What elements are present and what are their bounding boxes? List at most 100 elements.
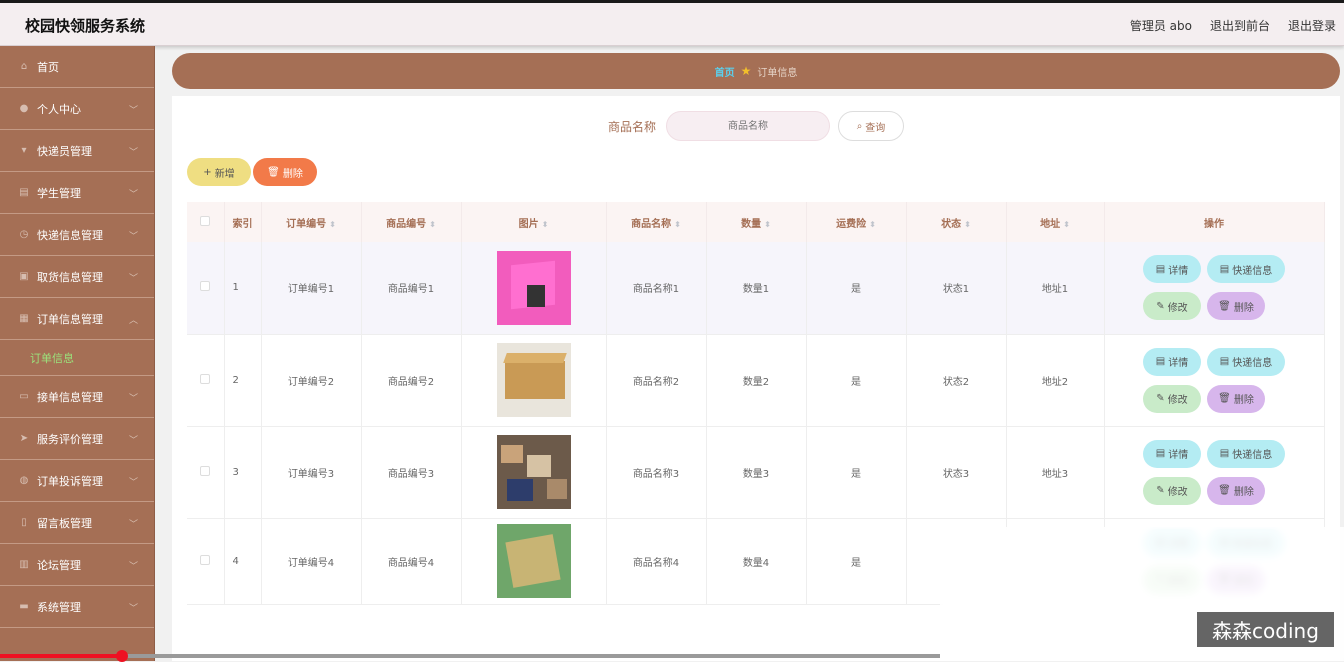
student-icon: ▤ (19, 187, 29, 198)
sidebar-item[interactable]: ▤ 学生管理 ﹀ (0, 172, 154, 214)
send-icon: ➤ (19, 433, 29, 444)
sort-icon[interactable]: ⬍ (964, 220, 971, 229)
select-all-checkbox[interactable] (200, 215, 211, 226)
column-header[interactable]: 运费险 ⬍ (806, 202, 907, 242)
detail-button[interactable]: ▤详情 (1143, 439, 1201, 468)
express-info-button[interactable]: ▤快递信息 (1207, 255, 1285, 284)
sidebar-item-label: 接单信息管理 (37, 390, 103, 404)
edit-button[interactable]: ✎修改 (1143, 476, 1201, 505)
sidebar-item-label: 快递信息管理 (37, 228, 103, 242)
sidebar-item-label: 快递员管理 (37, 144, 92, 158)
batch-delete-button[interactable]: 🗑 删除 (253, 158, 317, 186)
sidebar-item-label: 留言板管理 (37, 516, 92, 530)
sidebar-item[interactable]: ◍ 订单投诉管理 ﹀ (0, 460, 154, 502)
detail-button[interactable]: ▤详情 (1143, 255, 1201, 284)
edit-button[interactable]: ✎修改 (1143, 384, 1201, 413)
exit-to-front-link[interactable]: 退出到前台 (1210, 17, 1270, 34)
address-cell: 地址1 (1006, 242, 1105, 335)
column-header[interactable]: 订单编号 ⬍ (261, 202, 362, 242)
sidebar-item[interactable]: ▯ 留言板管理 ﹀ (0, 502, 154, 544)
goods-image[interactable] (496, 343, 571, 417)
system-icon: ▬ (19, 601, 29, 612)
sort-icon[interactable]: ⬍ (542, 220, 549, 229)
sort-icon[interactable]: ⬍ (674, 220, 681, 229)
column-header-label: 订单编号 (286, 218, 327, 230)
video-progress-bar[interactable] (0, 650, 940, 662)
delete-button[interactable]: 🗑删除 (1207, 292, 1265, 321)
sort-icon[interactable]: ⬍ (869, 220, 876, 229)
delete-button-label: 删除 (1233, 487, 1254, 498)
video-progress-fill (0, 654, 122, 658)
chevron-down-icon: ﹀ (128, 478, 138, 488)
document-icon: ▤ (1155, 356, 1166, 367)
delete-button[interactable]: 🗑删除 (1207, 384, 1265, 413)
sidebar-item-label: 系统管理 (37, 600, 81, 614)
chevron-down-icon: ﹀ (128, 604, 138, 614)
express-info-button[interactable]: ▤快递信息 (1207, 347, 1285, 376)
sidebar-item[interactable]: ⌂ 首页 (0, 46, 154, 88)
row-checkbox[interactable] (200, 554, 211, 565)
goods-no-cell: 商品编号1 (361, 242, 462, 335)
delete-button-label: 删除 (1233, 395, 1254, 406)
detail-button[interactable]: ▤详情 (1143, 347, 1201, 376)
column-header: 操作 (1104, 202, 1325, 242)
column-header[interactable]: 商品编号 ⬍ (361, 202, 462, 242)
goods-image[interactable] (496, 524, 571, 598)
sidebar-item[interactable]: ▾ 快递员管理 ﹀ (0, 130, 154, 172)
sidebar-item-label: 取货信息管理 (37, 270, 103, 284)
qty-cell: 数量3 (706, 426, 807, 519)
search-icon: ⌕ (856, 120, 863, 132)
logout-link[interactable]: 退出登录 (1288, 17, 1336, 34)
goods-image[interactable] (496, 435, 571, 509)
table-row: 1 订单编号1 商品编号1 商品名称1 数量1 是状态1 地址1 ▤ 详情 ▤ 快递信息 ✎ 修改 🗑 删除 (187, 242, 1325, 335)
sidebar-item[interactable]: ▥ 论坛管理 ﹀ (0, 544, 154, 586)
star-icon: ★ (740, 64, 752, 78)
edit-button[interactable]: ✎修改 (1143, 292, 1201, 321)
query-button[interactable]: ⌕ 查询 (838, 111, 904, 141)
goods-image[interactable] (496, 250, 571, 325)
sidebar-item[interactable]: ▣ 取货信息管理 ﹀ (0, 256, 154, 298)
column-header[interactable]: 数量 ⬍ (706, 202, 807, 242)
column-header[interactable]: 图片 ⬍ (461, 202, 607, 242)
express-info-button[interactable]: ▤快递信息 (1207, 439, 1285, 468)
row-select-cell[interactable] (187, 242, 225, 335)
goods-no-cell: 商品编号2 (361, 334, 462, 427)
sidebar-item[interactable]: ▦ 订单信息管理 ︿ (0, 298, 154, 340)
sort-icon[interactable]: ⬍ (764, 220, 771, 229)
home-icon: ⌂ (20, 61, 28, 72)
column-header: 索引 (224, 202, 262, 242)
row-select-cell[interactable] (187, 334, 225, 427)
sidebar-item[interactable]: ● 个人中心 ﹀ (0, 88, 154, 130)
video-progress-knob[interactable] (116, 650, 128, 662)
column-header[interactable]: 状态 ⬍ (906, 202, 1007, 242)
edit-button-label: 修改 (1167, 487, 1188, 498)
sidebar-item[interactable]: ➤ 服务评价管理 ﹀ (0, 418, 154, 460)
trash-icon: 🗑 (1218, 300, 1231, 312)
row-checkbox[interactable] (200, 281, 211, 292)
goods-name-search-input[interactable] (666, 111, 830, 141)
chevron-down-icon: ﹀ (128, 436, 138, 446)
row-select-cell[interactable] (187, 426, 225, 519)
row-checkbox[interactable] (200, 465, 211, 476)
row-checkbox[interactable] (200, 373, 211, 384)
image-cell (461, 334, 607, 427)
column-header[interactable]: 商品名称 ⬍ (606, 202, 707, 242)
sidebar-item[interactable]: ▭ 接单信息管理 ﹀ (0, 376, 154, 418)
sort-icon[interactable]: ⬍ (429, 220, 436, 229)
sidebar-item[interactable]: ▬ 系统管理 ﹀ (0, 586, 154, 628)
sidebar-item[interactable]: ◷ 快递信息管理 ﹀ (0, 214, 154, 256)
action-row: + 新增 🗑 删除 (187, 158, 317, 186)
delete-button-label: 删除 (1233, 302, 1254, 314)
delete-button[interactable]: 🗑删除 (1207, 476, 1265, 505)
sidebar-subitem-order-info[interactable]: 订单信息 (0, 340, 154, 376)
order-no-cell: 订单编号3 (261, 426, 362, 519)
add-button[interactable]: + 新增 (187, 158, 251, 186)
row-select-cell[interactable] (187, 518, 225, 605)
chevron-down-icon: ﹀ (128, 148, 138, 158)
select-all-header[interactable] (187, 202, 225, 242)
sort-icon[interactable]: ⬍ (1063, 220, 1070, 229)
sort-icon[interactable]: ⬍ (329, 220, 336, 229)
breadcrumb-home[interactable]: 首页 (715, 64, 735, 79)
column-header[interactable]: 地址 ⬍ (1006, 202, 1105, 242)
insurance-cell: 是 (806, 518, 907, 605)
